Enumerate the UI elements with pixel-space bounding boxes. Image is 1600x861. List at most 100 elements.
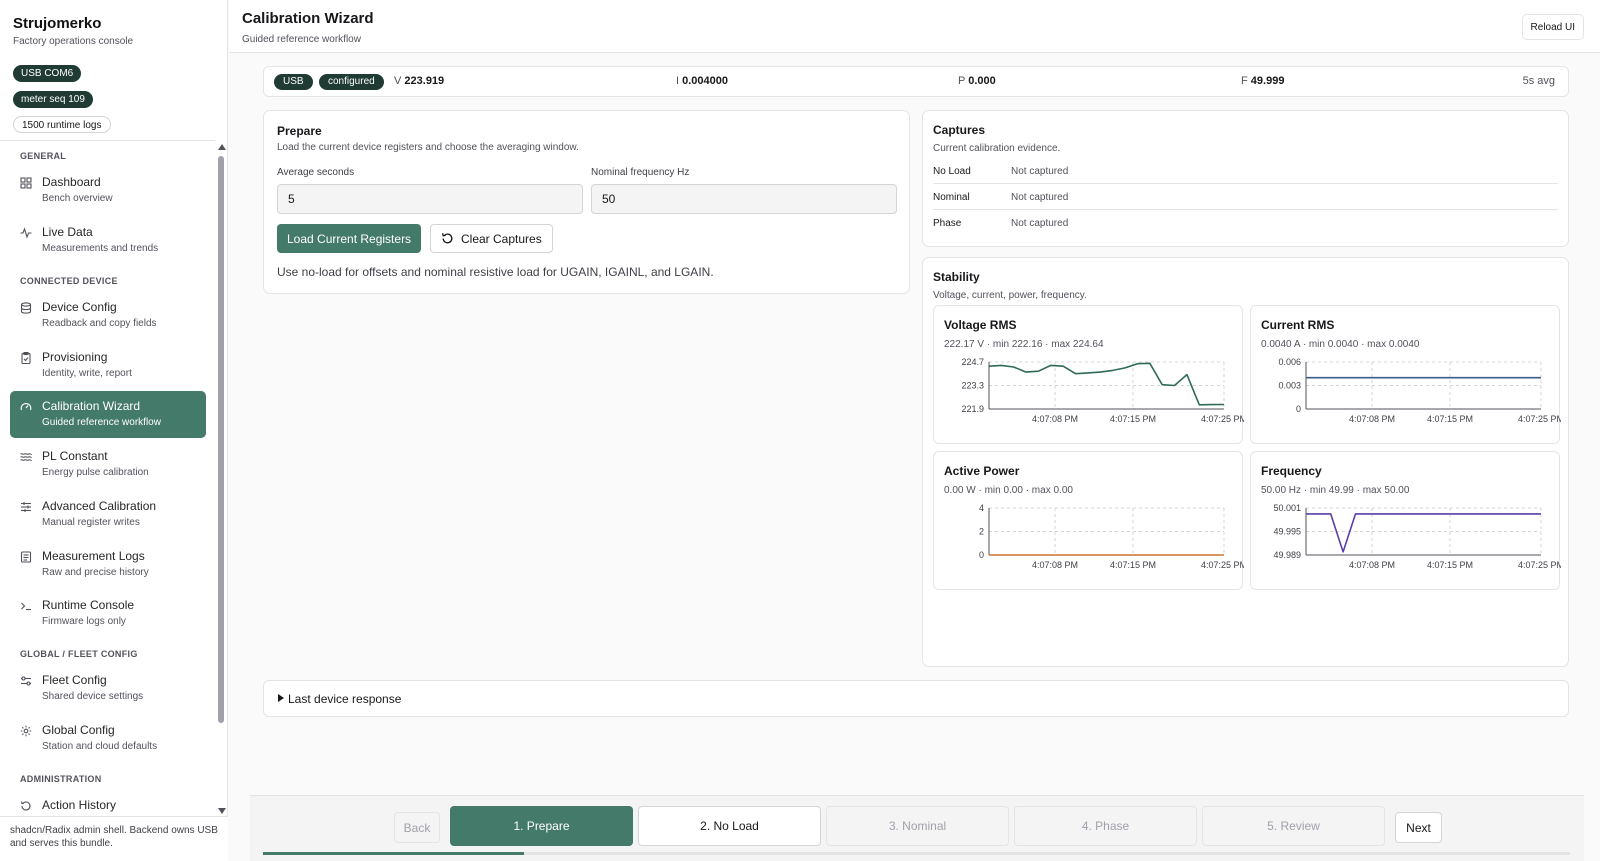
chart-summary: 50.00 Hz · min 49.99 · max 50.00 [1261, 485, 1410, 496]
nominal-frequency-label: Nominal frequency Hz [591, 167, 690, 178]
chart-title: Voltage RMS [944, 318, 1017, 332]
stability-card: Stability Voltage, current, power, frequ… [922, 257, 1569, 667]
page-subtitle: Guided reference workflow [242, 34, 361, 45]
active-power-chart: Active Power 0.00 W · min 0.00 · max 0.0… [933, 451, 1244, 590]
section-administration: ADMINISTRATION [20, 774, 102, 784]
x-tick-label: 4:07:08 PM [1349, 414, 1395, 424]
sidebar-item-label: Advanced Calibration [42, 499, 157, 513]
sidebar-item-dashboard[interactable]: Dashboard Bench overview [10, 167, 206, 214]
last-device-response-label: Last device response [288, 692, 402, 706]
sidebar-item-sub: Energy pulse calibration [42, 467, 149, 478]
wizard-progress-track [263, 852, 1570, 855]
prepare-hint: Use no-load for offsets and nominal resi… [277, 265, 714, 279]
sidebar-item-action-history[interactable]: Action History [10, 790, 206, 815]
sidebar-item-sub: Firmware logs only [42, 616, 126, 627]
x-tick-label: 4:07:15 PM [1110, 414, 1156, 424]
sidebar-item-label: Global Config [42, 723, 115, 737]
step-review[interactable]: 5. Review [1202, 806, 1385, 846]
y-tick-label: 4 [979, 503, 984, 513]
clipboard-check-icon [21, 352, 31, 364]
sidebar-item-global-config[interactable]: Global Config Station and cloud defaults [10, 715, 206, 762]
voltage-rms-plot: 224.7 223.3 221.9 4:07:08 PM 4:07:15 PM 4:07:… [961, 357, 1244, 424]
refresh-icon [441, 233, 453, 244]
x-tick-label: 4:07:25 PM [1518, 560, 1561, 570]
step-phase[interactable]: 4. Phase [1014, 806, 1197, 846]
scroll-thumb[interactable] [218, 156, 224, 723]
y-tick-label: 2 [979, 527, 984, 537]
sidebar-item-label: Calibration Wizard [42, 399, 141, 413]
y-tick-label: 224.7 [961, 357, 984, 367]
captures-description: Current calibration evidence. [933, 143, 1061, 154]
sliders-icon [21, 502, 31, 512]
voltage-label: V [394, 75, 402, 87]
series-line [1306, 513, 1541, 553]
sidebar-item-runtime-console[interactable]: Runtime Console Firmware logs only [10, 590, 206, 637]
power-label: P [958, 75, 966, 87]
sidebar-item-label: Measurement Logs [42, 549, 145, 563]
sidebar-item-label: Device Config [42, 300, 117, 314]
log-list-icon [20, 551, 32, 563]
frequency-plot: 50.001 49.995 49.989 4:07:08 PM 4:07:15 PM 4:… [1273, 503, 1561, 570]
frequency-chart: Frequency 50.00 Hz · min 49.99 · max 50.… [1250, 451, 1561, 590]
last-device-response-toggle[interactable]: Last device response [263, 680, 1569, 717]
state-badge: configured [319, 74, 384, 90]
chart-summary: 0.00 W · min 0.00 · max 0.00 [944, 485, 1073, 496]
wizard-progress-fill [263, 852, 525, 855]
sidebar-item-device-config[interactable]: Device Config Readback and copy fields [10, 292, 206, 339]
section-fleet-config: GLOBAL / FLEET CONFIG [20, 649, 138, 659]
y-tick-label: 49.989 [1273, 550, 1301, 560]
sidebar-scrollbar[interactable] [217, 144, 226, 814]
next-button[interactable]: Next [1395, 812, 1442, 843]
history-icon [20, 801, 31, 811]
sidebar-item-label: Provisioning [42, 350, 108, 364]
database-icon [20, 302, 32, 314]
nominal-frequency-input[interactable]: 50 [591, 184, 897, 214]
capture-phase-name: Phase [933, 218, 962, 229]
y-tick-label: 221.9 [961, 404, 984, 414]
y-tick-label: 0.003 [1278, 381, 1301, 391]
power-readout: P 0.000 [958, 75, 996, 87]
sidebar-item-sub: Station and cloud defaults [42, 741, 158, 752]
current-readout: I 0.004000 [676, 75, 728, 87]
y-tick-label: 0 [979, 550, 984, 560]
voltage-rms-chart: Voltage RMS 222.17 V · min 222.16 · max … [933, 305, 1244, 444]
scroll-up-arrow-icon[interactable] [218, 144, 226, 150]
sidebar-item-measurement-logs[interactable]: Measurement Logs Raw and precise history [10, 541, 206, 588]
sidebar-item-label: PL Constant [42, 449, 108, 463]
app-subtitle: Factory operations console [13, 36, 134, 47]
step-nominal[interactable]: 3. Nominal [826, 806, 1009, 846]
stability-title: Stability [933, 270, 980, 284]
load-current-registers-button[interactable]: Load Current Registers [277, 224, 422, 253]
voltage-value: 223.919 [404, 75, 445, 87]
sidebar-item-calibration-wizard[interactable]: Calibration Wizard Guided reference work… [10, 391, 206, 438]
captures-card: Captures Current calibration evidence. N… [922, 110, 1569, 247]
x-tick-label: 4:07:25 PM [1201, 560, 1244, 570]
scroll-down-arrow-icon[interactable] [218, 808, 226, 814]
reload-ui-button[interactable]: Reload UI [1521, 14, 1584, 40]
sidebar-item-provisioning[interactable]: Provisioning Identity, write, report [10, 342, 206, 389]
x-tick-label: 4:07:08 PM [1349, 560, 1395, 570]
averaging-window-label: 5s avg [1522, 75, 1555, 87]
wizard-stepper: Back 1. Prepare 2. No Load 3. Nominal 4.… [250, 795, 1584, 861]
captures-divider [933, 209, 1558, 210]
capture-nominal-name: Nominal [933, 192, 970, 203]
sidebar-item-sub: Raw and precise history [42, 567, 149, 578]
step-prepare[interactable]: 1. Prepare [450, 806, 633, 846]
average-seconds-input[interactable]: 5 [277, 184, 583, 214]
sidebar-item-fleet-config[interactable]: Fleet Config Shared device settings [10, 665, 206, 712]
voltage-readout: V 223.919 [394, 75, 444, 87]
usb-port-badge: USB COM6 [13, 65, 82, 82]
grid-icon [20, 177, 32, 189]
sidebar-item-live-data[interactable]: Live Data Measurements and trends [10, 217, 206, 264]
step-no-load[interactable]: 2. No Load [638, 806, 821, 846]
activity-icon [20, 227, 32, 239]
sidebar-item-advanced-calibration[interactable]: Advanced Calibration Manual register wri… [10, 491, 206, 538]
brand: Strujomerko Factory operations console [13, 15, 133, 47]
x-tick-label: 4:07:25 PM [1518, 414, 1561, 424]
sidebar-item-label: Dashboard [42, 175, 101, 189]
capture-no-load-status: Not captured [1011, 166, 1069, 177]
transport-badge: USB [274, 74, 313, 90]
sidebar-item-label: Live Data [42, 225, 93, 239]
sidebar-item-pl-constant[interactable]: PL Constant Energy pulse calibration [10, 441, 206, 488]
back-button[interactable]: Back [394, 812, 440, 843]
